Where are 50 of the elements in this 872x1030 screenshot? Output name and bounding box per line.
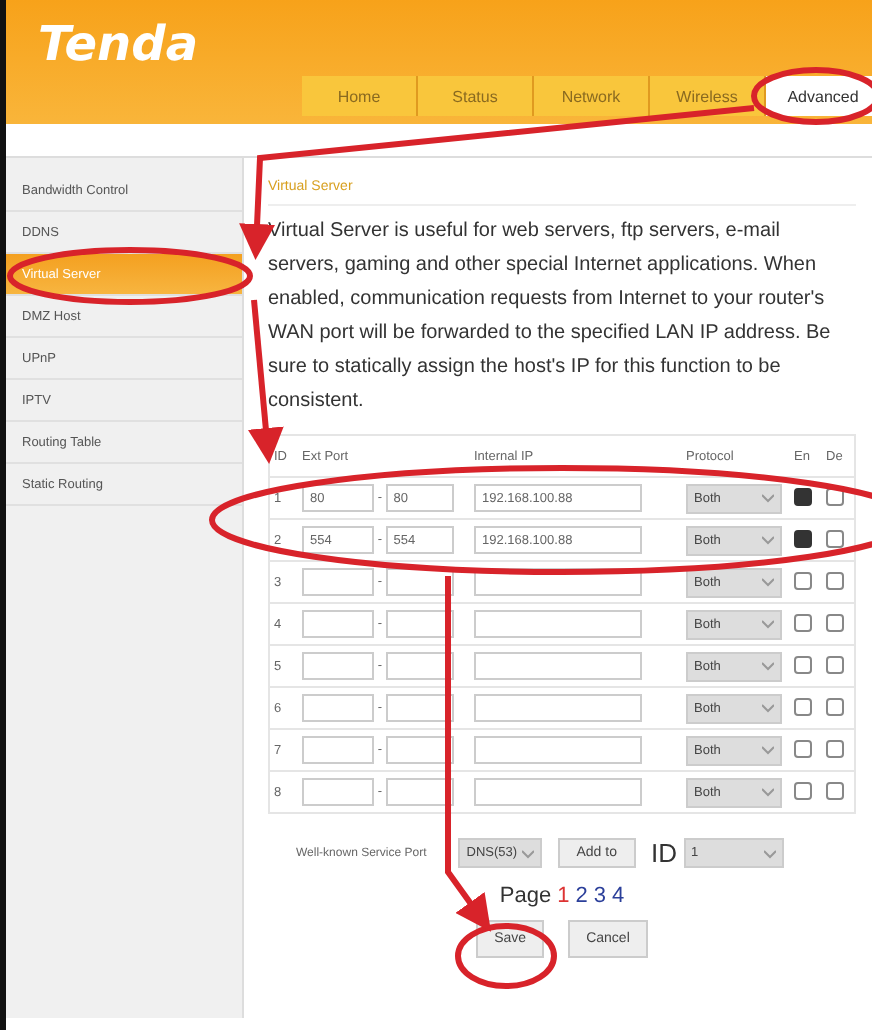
enable-checkbox[interactable]: [794, 655, 812, 673]
internal-ip-field[interactable]: [474, 778, 642, 806]
page-link[interactable]: 2: [575, 884, 588, 908]
nav-tab[interactable]: Advanced: [766, 76, 872, 116]
enable-checkbox[interactable]: [794, 571, 812, 589]
enable-checkbox[interactable]: [794, 697, 812, 715]
dropdown-caret-icon: [762, 618, 774, 630]
dropdown-caret-icon: [763, 847, 775, 859]
delete-checkbox[interactable]: [826, 613, 844, 631]
port-end-field[interactable]: [385, 736, 454, 764]
delete-checkbox[interactable]: [826, 571, 844, 589]
port-start-field[interactable]: [302, 610, 374, 638]
port-end-field[interactable]: [385, 694, 454, 722]
port-start-field[interactable]: [302, 652, 374, 680]
internal-ip-field[interactable]: [474, 610, 642, 638]
delete-checkbox[interactable]: [826, 697, 844, 715]
dropdown-caret-icon: [762, 492, 774, 504]
port-start-field[interactable]: [302, 694, 374, 722]
port-end-field[interactable]: [385, 610, 454, 638]
page-link[interactable]: 4: [611, 884, 625, 908]
port-start-field[interactable]: [302, 568, 374, 596]
dropdown-caret-icon: [762, 660, 774, 672]
page-label: Page: [499, 884, 552, 908]
port-start-field[interactable]: [302, 736, 374, 764]
enable-checkbox[interactable]: [794, 781, 812, 799]
dropdown-caret-icon: [762, 702, 774, 714]
id-label: ID: [651, 838, 677, 868]
port-end-field[interactable]: [385, 778, 454, 806]
page-link[interactable]: 3: [593, 884, 606, 908]
enable-checkbox[interactable]: [794, 487, 812, 505]
dropdown-caret-icon: [522, 847, 535, 859]
dropdown-caret-icon: [762, 786, 774, 798]
highlight-ellipse: [455, 923, 557, 989]
dropdown-caret-icon: [762, 534, 774, 546]
dropdown-caret-icon: [762, 576, 774, 588]
port-start-field[interactable]: [302, 778, 374, 806]
logo: Tenda: [38, 16, 199, 72]
internal-ip-field[interactable]: [474, 736, 642, 764]
delete-checkbox[interactable]: [826, 655, 844, 673]
dropdown-caret-icon: [762, 744, 774, 756]
page-link[interactable]: 1: [557, 884, 570, 908]
enable-checkbox[interactable]: [794, 739, 812, 757]
enable-checkbox[interactable]: [794, 613, 812, 631]
internal-ip-field[interactable]: [474, 694, 642, 722]
delete-checkbox[interactable]: [826, 529, 844, 547]
enable-checkbox[interactable]: [794, 529, 812, 547]
port-end-field[interactable]: [385, 652, 454, 680]
delete-checkbox[interactable]: [826, 739, 844, 757]
delete-checkbox[interactable]: [826, 781, 844, 799]
internal-ip-field[interactable]: [474, 652, 642, 680]
